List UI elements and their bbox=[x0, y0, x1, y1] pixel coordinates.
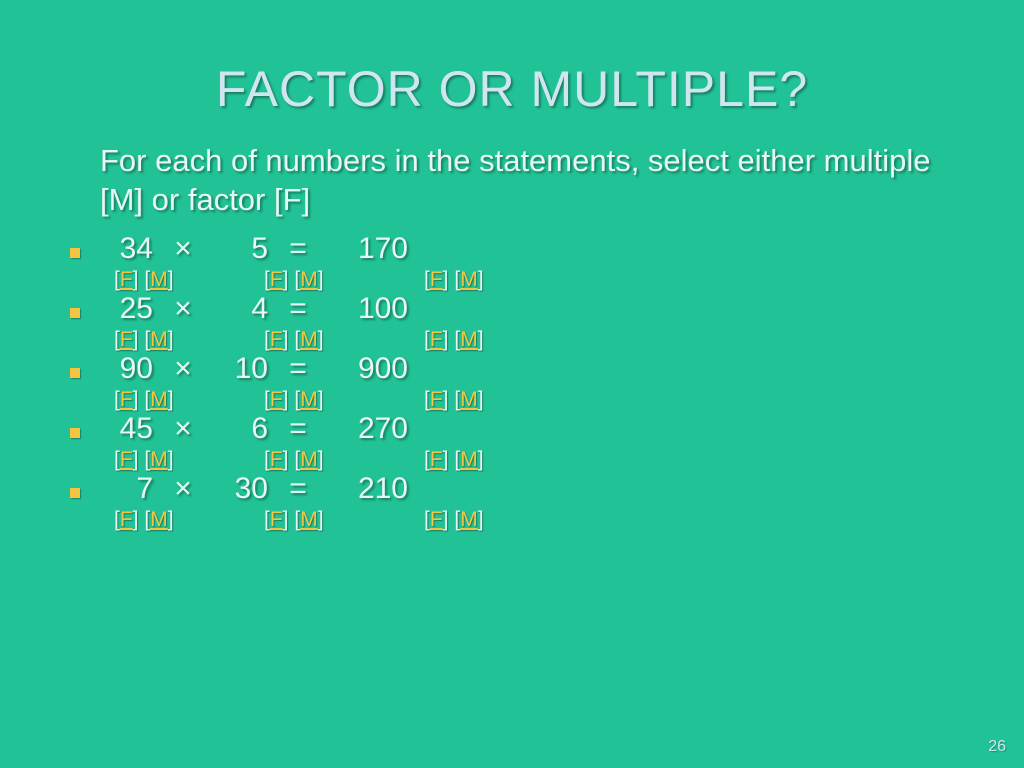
factor-link[interactable]: F bbox=[270, 328, 283, 351]
equation: 90×10=900 bbox=[70, 352, 984, 386]
multiple-link[interactable]: M bbox=[150, 448, 168, 471]
multiple-link[interactable]: M bbox=[460, 268, 478, 291]
choice-group-c: [F] [M] bbox=[424, 448, 484, 472]
equals-symbol: = bbox=[268, 292, 328, 326]
choice-group-c: [F] [M] bbox=[424, 508, 484, 532]
equation: 34×5=170 bbox=[70, 232, 984, 266]
multiple-link[interactable]: M bbox=[460, 388, 478, 411]
choice-group-b: [F] [M] bbox=[264, 328, 424, 352]
multiple-link[interactable]: M bbox=[300, 328, 318, 351]
bullet-icon bbox=[70, 308, 80, 318]
slide: FACTOR OR MULTIPLE? For each of numbers … bbox=[0, 0, 1024, 768]
equation-row: 34×5=170[F] [M][F] [M][F] [M] bbox=[70, 232, 984, 292]
operand-a: 90 bbox=[98, 352, 153, 386]
equals-symbol: = bbox=[268, 232, 328, 266]
multiple-link[interactable]: M bbox=[460, 448, 478, 471]
multiple-link[interactable]: M bbox=[300, 388, 318, 411]
multiple-link[interactable]: M bbox=[150, 328, 168, 351]
multiple-link[interactable]: M bbox=[300, 268, 318, 291]
multiple-link[interactable]: M bbox=[150, 388, 168, 411]
equation-row: 7×30=210[F] [M][F] [M][F] [M] bbox=[70, 472, 984, 532]
operand-b: 5 bbox=[213, 232, 268, 266]
multiple-link[interactable]: M bbox=[460, 508, 478, 531]
factor-link[interactable]: F bbox=[270, 268, 283, 291]
factor-link[interactable]: F bbox=[430, 448, 443, 471]
times-symbol: × bbox=[153, 352, 213, 386]
choice-group-b: [F] [M] bbox=[264, 268, 424, 292]
bullet-icon bbox=[70, 248, 80, 258]
bullet-icon bbox=[70, 488, 80, 498]
equation-row: 25×4=100[F] [M][F] [M][F] [M] bbox=[70, 292, 984, 352]
result: 270 bbox=[328, 412, 408, 446]
slide-title: FACTOR OR MULTIPLE? bbox=[40, 60, 984, 118]
choice-group-a: [F] [M] bbox=[114, 328, 264, 352]
bullet-icon bbox=[70, 428, 80, 438]
times-symbol: × bbox=[153, 412, 213, 446]
choice-row: [F] [M][F] [M][F] [M] bbox=[70, 328, 984, 352]
factor-link[interactable]: F bbox=[270, 448, 283, 471]
choice-group-a: [F] [M] bbox=[114, 388, 264, 412]
equation-row: 45×6=270[F] [M][F] [M][F] [M] bbox=[70, 412, 984, 472]
times-symbol: × bbox=[153, 232, 213, 266]
instruction-text: For each of numbers in the statements, s… bbox=[100, 142, 980, 220]
equation: 45×6=270 bbox=[70, 412, 984, 446]
multiple-link[interactable]: M bbox=[300, 448, 318, 471]
choice-group-c: [F] [M] bbox=[424, 388, 484, 412]
factor-link[interactable]: F bbox=[120, 388, 133, 411]
operand-a: 25 bbox=[98, 292, 153, 326]
multiple-link[interactable]: M bbox=[300, 508, 318, 531]
equals-symbol: = bbox=[268, 352, 328, 386]
choice-row: [F] [M][F] [M][F] [M] bbox=[70, 388, 984, 412]
factor-link[interactable]: F bbox=[270, 508, 283, 531]
choice-group-a: [F] [M] bbox=[114, 508, 264, 532]
choice-group-c: [F] [M] bbox=[424, 268, 484, 292]
equation: 25×4=100 bbox=[70, 292, 984, 326]
equals-symbol: = bbox=[268, 472, 328, 506]
operand-b: 10 bbox=[213, 352, 268, 386]
multiple-link[interactable]: M bbox=[150, 268, 168, 291]
result: 210 bbox=[328, 472, 408, 506]
factor-link[interactable]: F bbox=[120, 328, 133, 351]
choice-group-a: [F] [M] bbox=[114, 448, 264, 472]
times-symbol: × bbox=[153, 292, 213, 326]
factor-link[interactable]: F bbox=[430, 268, 443, 291]
operand-b: 6 bbox=[213, 412, 268, 446]
choice-row: [F] [M][F] [M][F] [M] bbox=[70, 448, 984, 472]
times-symbol: × bbox=[153, 472, 213, 506]
choice-group-b: [F] [M] bbox=[264, 448, 424, 472]
equation-row: 90×10=900[F] [M][F] [M][F] [M] bbox=[70, 352, 984, 412]
multiple-link[interactable]: M bbox=[460, 328, 478, 351]
factor-link[interactable]: F bbox=[120, 448, 133, 471]
bullet-icon bbox=[70, 368, 80, 378]
choice-group-b: [F] [M] bbox=[264, 508, 424, 532]
factor-link[interactable]: F bbox=[120, 508, 133, 531]
result: 100 bbox=[328, 292, 408, 326]
choice-row: [F] [M][F] [M][F] [M] bbox=[70, 508, 984, 532]
choice-group-c: [F] [M] bbox=[424, 328, 484, 352]
page-number: 26 bbox=[988, 738, 1006, 756]
result: 900 bbox=[328, 352, 408, 386]
operand-a: 34 bbox=[98, 232, 153, 266]
operand-a: 7 bbox=[98, 472, 153, 506]
choice-group-a: [F] [M] bbox=[114, 268, 264, 292]
equals-symbol: = bbox=[268, 412, 328, 446]
operand-b: 4 bbox=[213, 292, 268, 326]
result: 170 bbox=[328, 232, 408, 266]
factor-link[interactable]: F bbox=[120, 268, 133, 291]
factor-link[interactable]: F bbox=[430, 508, 443, 531]
factor-link[interactable]: F bbox=[270, 388, 283, 411]
multiple-link[interactable]: M bbox=[150, 508, 168, 531]
operand-b: 30 bbox=[213, 472, 268, 506]
equation: 7×30=210 bbox=[70, 472, 984, 506]
equation-list: 34×5=170[F] [M][F] [M][F] [M]25×4=100[F]… bbox=[70, 232, 984, 532]
choice-row: [F] [M][F] [M][F] [M] bbox=[70, 268, 984, 292]
factor-link[interactable]: F bbox=[430, 388, 443, 411]
factor-link[interactable]: F bbox=[430, 328, 443, 351]
operand-a: 45 bbox=[98, 412, 153, 446]
choice-group-b: [F] [M] bbox=[264, 388, 424, 412]
